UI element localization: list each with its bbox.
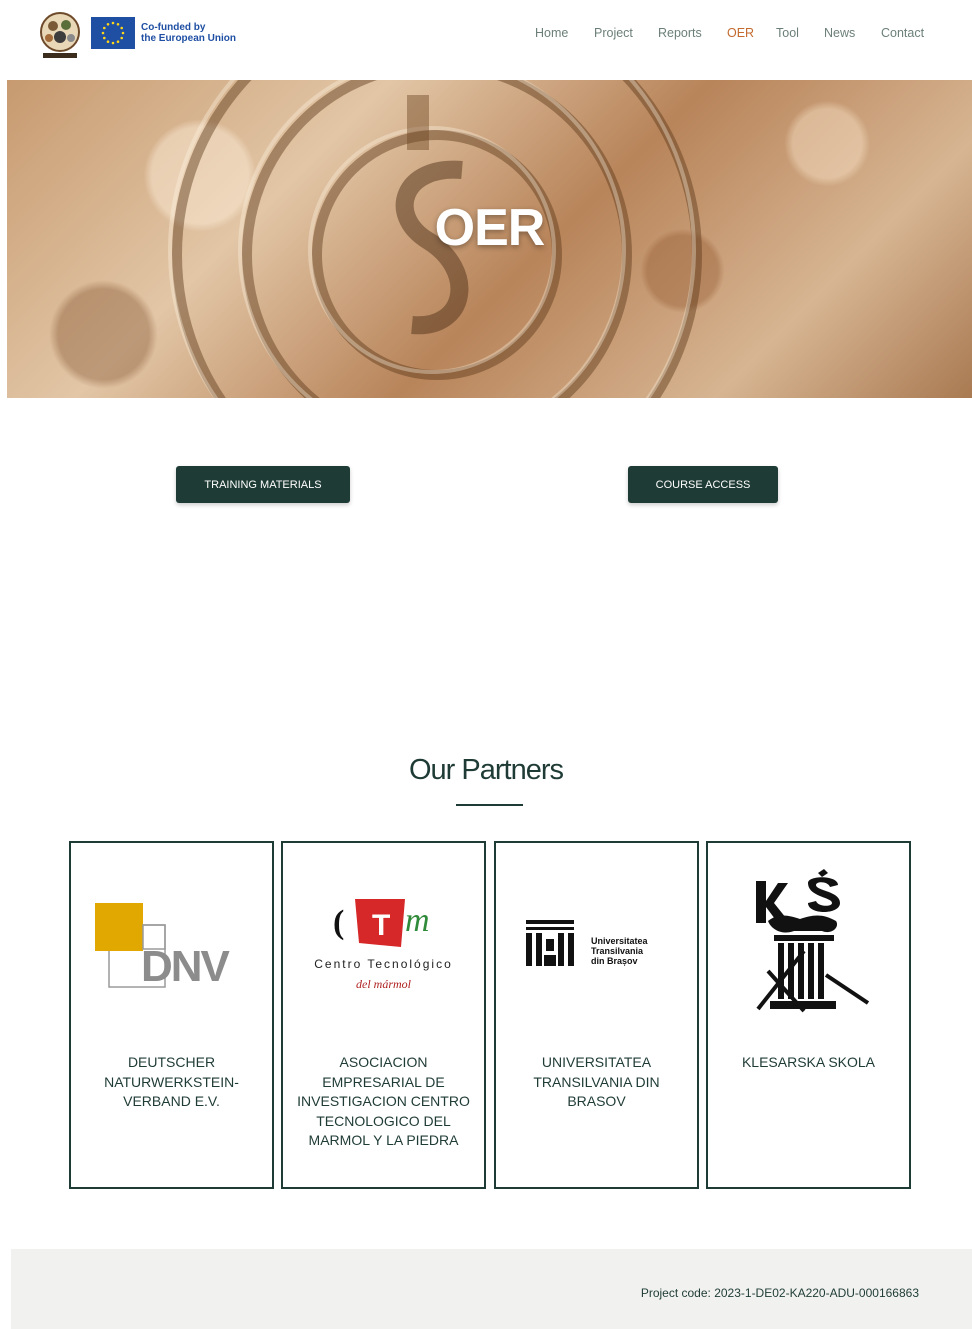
nav-tool[interactable]: Tool (776, 26, 799, 40)
hero-banner: OER (7, 80, 972, 398)
partner-name: ASOCIACION EMPRESARIAL DE INVESTIGACION … (297, 1054, 470, 1148)
heading-underline (456, 804, 523, 806)
unitbv-logo-line2: Transilvania (591, 946, 644, 956)
partner-card-ctm[interactable]: ( T m Centro Tecnológico del mármol ASOC… (281, 841, 486, 1189)
svg-text:(: ( (333, 904, 344, 941)
unitbv-logo-icon: Universitatea Transilvania din Brașov (496, 843, 697, 1043)
ctm-logo-line2: del mármol (356, 977, 411, 991)
hero-title: OER (434, 199, 546, 257)
site-footer: Project code: 2023-1-DE02-KA220-ADU-0001… (11, 1249, 972, 1329)
partner-card-dnv[interactable]: DNV DEUTSCHER NATURWERKSTEIN-VERBAND E.V… (69, 841, 274, 1189)
ctm-logo-icon: ( T m Centro Tecnológico del mármol (283, 843, 484, 1043)
partner-card-unitbv[interactable]: Universitatea Transilvania din Brașov UN… (494, 841, 699, 1189)
ctm-logo-line1: Centro Tecnológico (314, 957, 453, 971)
project-code: Project code: 2023-1-DE02-KA220-ADU-0001… (640, 1286, 919, 1300)
training-materials-button[interactable]: TRAINING MATERIALS (176, 466, 350, 503)
svg-text:m: m (405, 902, 430, 939)
nav-news[interactable]: News (824, 26, 855, 40)
partner-name: KLESARSKA SKOLA (741, 1054, 876, 1070)
nav-reports[interactable]: Reports (658, 26, 702, 40)
course-access-button[interactable]: COURSE ACCESS (628, 466, 778, 503)
partners-heading: Our Partners (409, 754, 564, 786)
nav-home[interactable]: Home (535, 26, 568, 40)
dnv-logo-text: DNV (141, 942, 230, 991)
nav-oer[interactable]: OER (727, 26, 754, 40)
klesarska-logo-icon (708, 843, 909, 1043)
partner-name: DEUTSCHER NATURWERKSTEIN-VERBAND E.V. (104, 1054, 239, 1109)
unitbv-logo-text: Universitatea Transilvania din Brașov (591, 936, 648, 966)
nav-project[interactable]: Project (594, 26, 633, 40)
main-nav: Home Project Reports OER Tool News Conta… (0, 26, 972, 42)
nav-contact[interactable]: Contact (881, 26, 924, 40)
partner-name: UNIVERSITATEA TRANSILVANIA DIN BRASOV (533, 1054, 660, 1109)
svg-text:T: T (372, 909, 390, 942)
unitbv-logo-line1: Universitatea (591, 936, 648, 946)
site-header: Co-funded by the European Union Home Pro… (0, 0, 972, 72)
unitbv-logo-line3: din Brașov (591, 956, 638, 966)
partner-card-klesarska[interactable]: KLESARSKA SKOLA (706, 841, 911, 1189)
dnv-logo-icon: DNV (71, 843, 272, 1043)
